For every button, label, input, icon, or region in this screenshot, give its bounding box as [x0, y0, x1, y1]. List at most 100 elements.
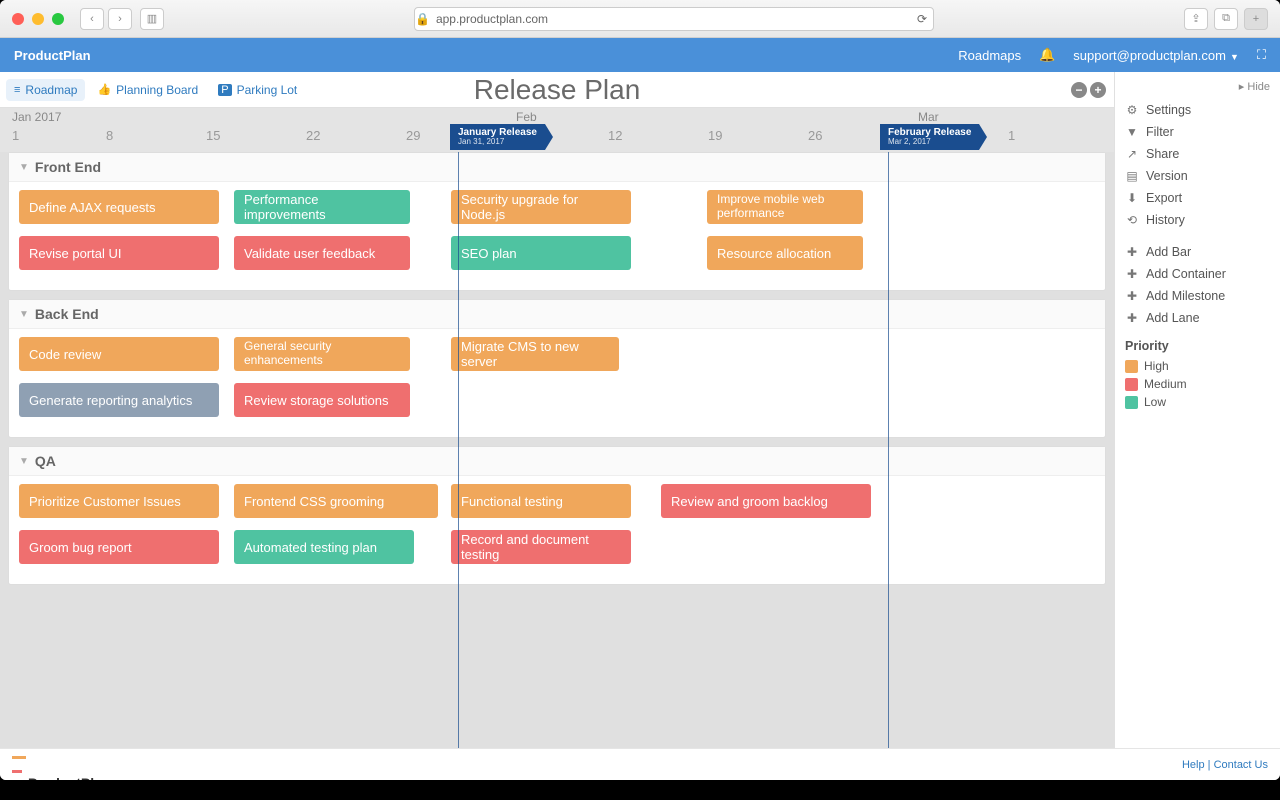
day-tick: 26: [808, 128, 822, 143]
lane: ▼QA Prioritize Customer Issues Frontend CS…: [8, 446, 1106, 585]
fullscreen-icon[interactable]: ⛶: [1257, 47, 1266, 63]
tabs-icon[interactable]: ⧉: [1214, 8, 1238, 30]
share-icon: ↗: [1125, 147, 1139, 161]
sidebar-add-lane[interactable]: ✚Add Lane: [1125, 307, 1270, 329]
roadmap-bar[interactable]: SEO plan: [451, 236, 631, 270]
chevron-down-icon: ▼: [19, 162, 29, 173]
roadmap-bar[interactable]: Functional testing: [451, 484, 631, 518]
share-icon[interactable]: ⇪: [1184, 8, 1208, 30]
sidebar-add-milestone[interactable]: ✚Add Milestone: [1125, 285, 1270, 307]
plus-icon: ✚: [1125, 311, 1139, 325]
page-footer: Powered by ProductPlan Help | Contact Us: [0, 748, 1280, 780]
legend-item: High: [1125, 357, 1270, 375]
sidebar-add-container[interactable]: ✚Add Container: [1125, 263, 1270, 285]
lane-header[interactable]: ▼Front End: [9, 153, 1105, 182]
board-icon: 👍: [97, 83, 111, 96]
roadmap-bar[interactable]: Groom bug report: [19, 530, 219, 564]
roadmap-bar[interactable]: Performance improvements: [234, 190, 410, 224]
milestone-line: [458, 152, 459, 748]
tab-parking-lot[interactable]: PParking Lot: [210, 79, 305, 101]
view-tabs: ≡Roadmap 👍Planning Board PParking Lot Re…: [0, 72, 1114, 108]
legend-swatch: [1125, 396, 1138, 409]
address-bar[interactable]: 🔒 app.productplan.com ⟳: [414, 7, 934, 31]
history-icon: ⟲: [1125, 213, 1139, 227]
roadmap-bar[interactable]: Review storage solutions: [234, 383, 410, 417]
roadmap-bar[interactable]: Migrate CMS to new server: [451, 337, 619, 371]
month-label: Mar: [918, 110, 939, 124]
roadmap-bar[interactable]: Review and groom backlog: [661, 484, 871, 518]
settings-icon: ⚙: [1125, 103, 1139, 117]
sidebar-share[interactable]: ↗Share: [1125, 143, 1270, 165]
roadmap-bar[interactable]: Define AJAX requests: [19, 190, 219, 224]
legend-title: Priority: [1125, 339, 1270, 353]
notifications-icon[interactable]: 🔔: [1039, 47, 1055, 63]
day-tick: 22: [306, 128, 320, 143]
filter-icon: ▼: [1125, 125, 1139, 139]
contact-link[interactable]: Contact Us: [1214, 759, 1268, 771]
reload-icon[interactable]: ⟳: [917, 12, 927, 26]
roadmap-bar[interactable]: Revise portal UI: [19, 236, 219, 270]
window-minimize-icon[interactable]: [32, 13, 44, 25]
lane-header[interactable]: ▼ Back End: [9, 300, 1105, 329]
sidebar-history[interactable]: ⟲History: [1125, 209, 1270, 231]
day-tick: 29: [406, 128, 420, 143]
plus-icon: ✚: [1125, 245, 1139, 259]
nav-roadmaps[interactable]: Roadmaps: [958, 48, 1021, 63]
help-link[interactable]: Help: [1182, 759, 1205, 771]
sidebar-settings[interactable]: ⚙Settings: [1125, 99, 1270, 121]
plus-icon: ✚: [1125, 289, 1139, 303]
roadmap-bar[interactable]: Code review: [19, 337, 219, 371]
sidebar-version[interactable]: ▤Version: [1125, 165, 1270, 187]
window-close-icon[interactable]: [12, 13, 24, 25]
footer-brand[interactable]: ProductPlan: [12, 748, 110, 780]
chevron-down-icon: ▼: [19, 309, 29, 320]
lock-icon: 🔒: [415, 12, 430, 26]
lane-header[interactable]: ▼QA: [9, 447, 1105, 476]
roadmap-bar[interactable]: Resource allocation: [707, 236, 863, 270]
nav-fwd-button[interactable]: ›: [108, 8, 132, 30]
nav-back-button[interactable]: ‹: [80, 8, 104, 30]
roadmap-bar[interactable]: General security enhancements: [234, 337, 410, 371]
window-zoom-icon[interactable]: [52, 13, 64, 25]
tab-roadmap[interactable]: ≡Roadmap: [6, 79, 85, 101]
app-header: ProductPlan Roadmaps 🔔 support@productpl…: [0, 38, 1280, 72]
zoom-out-button[interactable]: −: [1071, 82, 1087, 98]
right-sidebar: ▸ Hide ⚙Settings▼Filter↗Share▤Version⬇Ex…: [1114, 72, 1280, 748]
roadmap-bar[interactable]: Prioritize Customer Issues: [19, 484, 219, 518]
roadmap-icon: ≡: [14, 84, 20, 96]
app-brand[interactable]: ProductPlan: [14, 48, 91, 63]
user-menu[interactable]: support@productplan.com▼: [1073, 48, 1239, 63]
browser-titlebar: ‹ › ▥ 🔒 app.productplan.com ⟳ ⇪ ⧉ +: [0, 0, 1280, 38]
day-tick: 1: [12, 128, 19, 143]
sidebar-filter[interactable]: ▼Filter: [1125, 121, 1270, 143]
hide-sidebar-button[interactable]: ▸ Hide: [1125, 80, 1270, 93]
roadmap-bar[interactable]: Validate user feedback: [234, 236, 410, 270]
tab-planning-board[interactable]: 👍Planning Board: [89, 79, 206, 101]
day-tick: 15: [206, 128, 220, 143]
zoom-in-button[interactable]: +: [1090, 82, 1106, 98]
export-icon: ⬇: [1125, 191, 1139, 205]
sidebar-toggle-icon[interactable]: ▥: [140, 8, 164, 30]
roadmap-bar[interactable]: Security upgrade for Node.js: [451, 190, 631, 224]
day-tick: 1: [1008, 128, 1015, 143]
roadmap-bar[interactable]: Frontend CSS grooming: [234, 484, 438, 518]
legend-swatch: [1125, 378, 1138, 391]
milestone-flag[interactable]: February ReleaseMar 2, 2017: [880, 124, 979, 150]
roadmap-bar[interactable]: Record and document testing: [451, 530, 631, 564]
milestone-flag[interactable]: January ReleaseJan 31, 2017: [450, 124, 545, 150]
legend-item: Low: [1125, 393, 1270, 411]
month-label: Jan 2017: [12, 110, 61, 124]
version-icon: ▤: [1125, 169, 1139, 183]
timeline-header: Jan 2017 Feb Mar 18152229512192651 Janua…: [0, 108, 1114, 152]
roadmap-canvas[interactable]: ▼Front End Define AJAX requests Performanc…: [0, 152, 1114, 748]
sidebar-export[interactable]: ⬇Export: [1125, 187, 1270, 209]
sidebar-add-bar[interactable]: ✚Add Bar: [1125, 241, 1270, 263]
plus-icon: ✚: [1125, 267, 1139, 281]
roadmap-bar[interactable]: Improve mobile web performance: [707, 190, 863, 224]
day-tick: 12: [608, 128, 622, 143]
lane-title: Back End: [35, 306, 99, 322]
new-tab-icon[interactable]: +: [1244, 8, 1268, 30]
roadmap-bar[interactable]: Automated testing plan: [234, 530, 414, 564]
roadmap-bar[interactable]: Generate reporting analytics: [19, 383, 219, 417]
url-text: app.productplan.com: [436, 12, 548, 26]
